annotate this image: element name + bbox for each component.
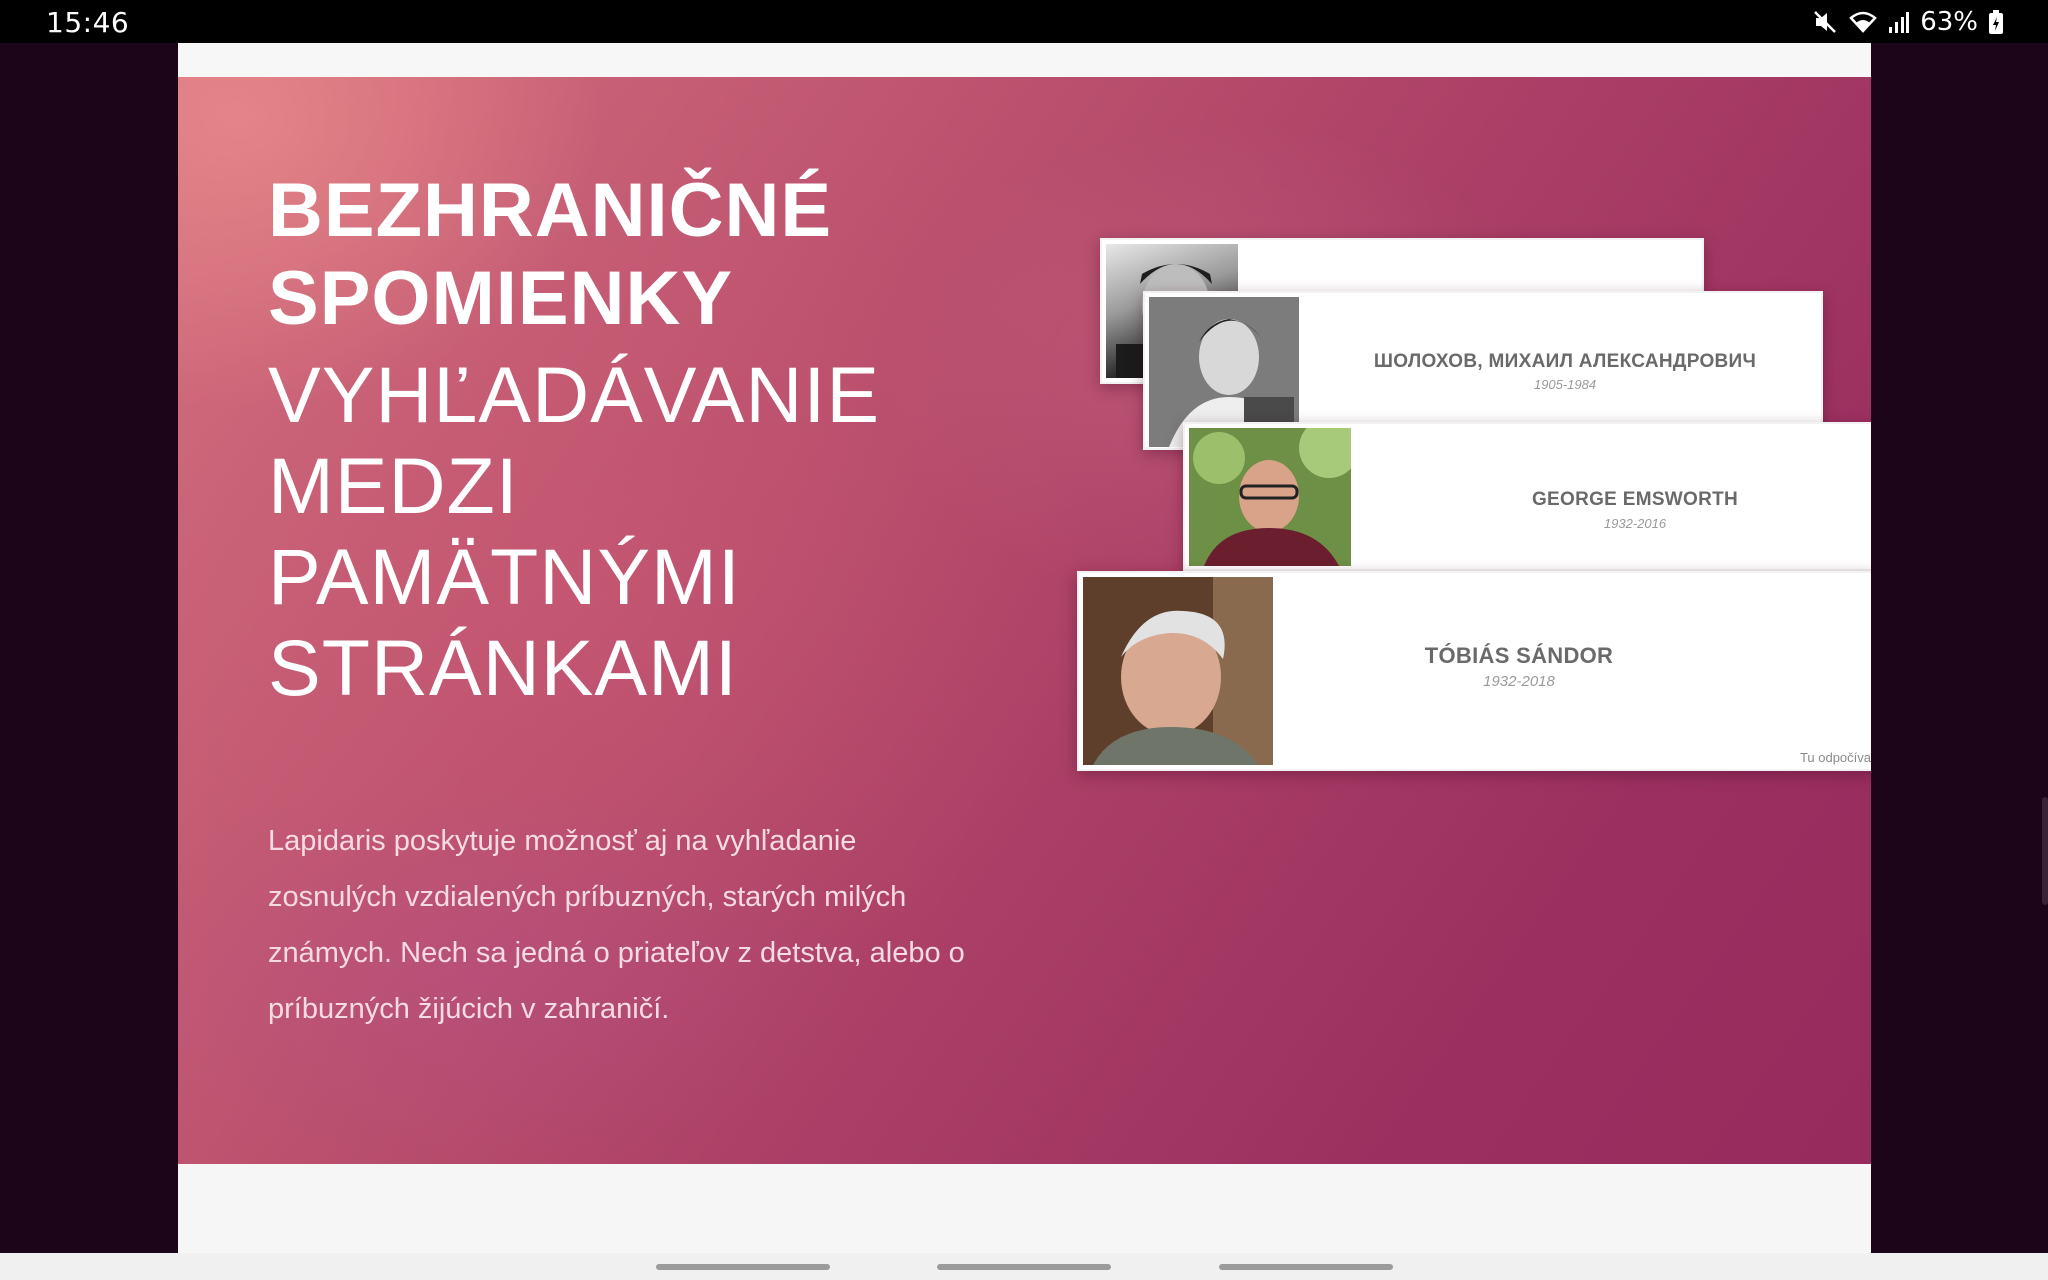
nav-handle-left[interactable] bbox=[656, 1264, 830, 1270]
portrait-photo bbox=[1189, 428, 1351, 566]
hero-title: BEZHRANIČNÉ SPOMIENKY bbox=[268, 168, 833, 341]
status-time: 15:46 bbox=[46, 6, 130, 39]
battery-percent: 63% bbox=[1920, 7, 1978, 37]
portrait-icon bbox=[1189, 428, 1351, 566]
page-bottom-section bbox=[178, 1164, 1871, 1253]
portrait-icon bbox=[1083, 577, 1273, 765]
left-background bbox=[0, 43, 178, 1253]
page-top-strip bbox=[178, 43, 1871, 77]
web-page: BEZHRANIČNÉ SPOMIENKY VYHĽADÁVANIE MEDZI… bbox=[178, 43, 1871, 1253]
nav-handle-center[interactable] bbox=[937, 1264, 1111, 1270]
status-bar: 15:46 63% bbox=[0, 0, 2048, 43]
memorial-footer: Tu odpočíva bbox=[1799, 750, 1871, 765]
mute-icon bbox=[1812, 9, 1838, 35]
portrait-photo bbox=[1083, 577, 1273, 765]
hero-subtitle: VYHĽADÁVANIE MEDZI PAMÄTNÝMI STRÁNKAMI bbox=[268, 350, 881, 712]
status-icons: 63% bbox=[1812, 6, 2004, 38]
memorial-name: TÓBIÁS SÁNDOR bbox=[1424, 643, 1614, 668]
right-background bbox=[1871, 43, 2048, 1253]
memorial-name: GEORGE EMSWORTH bbox=[1531, 489, 1739, 510]
hero-description: Lapidaris poskytuje možnosť aj na vyhľad… bbox=[268, 825, 965, 1025]
nav-handle-right[interactable] bbox=[1219, 1264, 1393, 1270]
wifi-icon bbox=[1848, 9, 1878, 35]
memorial-card[interactable]: TÓBIÁS SÁNDOR 1932-2018 Tu odpočíva bbox=[1077, 571, 1871, 771]
scrollbar-thumb[interactable] bbox=[2042, 797, 2048, 905]
hero-section: BEZHRANIČNÉ SPOMIENKY VYHĽADÁVANIE MEDZI… bbox=[178, 77, 1871, 1164]
memorial-card[interactable]: GEORGE EMSWORTH 1932-2016 bbox=[1183, 422, 1871, 571]
memorial-years: 1932-2016 bbox=[1603, 516, 1667, 531]
signal-icon bbox=[1888, 9, 1910, 35]
navigation-bar bbox=[0, 1253, 2048, 1280]
memorial-name: ШОЛОХОВ, МИХАИЛ АЛЕКСАНДРОВИЧ bbox=[1373, 351, 1757, 372]
memorial-years: 1905-1984 bbox=[1533, 377, 1597, 392]
battery-icon bbox=[1988, 9, 2004, 35]
memorial-years: 1932-2018 bbox=[1483, 673, 1555, 690]
